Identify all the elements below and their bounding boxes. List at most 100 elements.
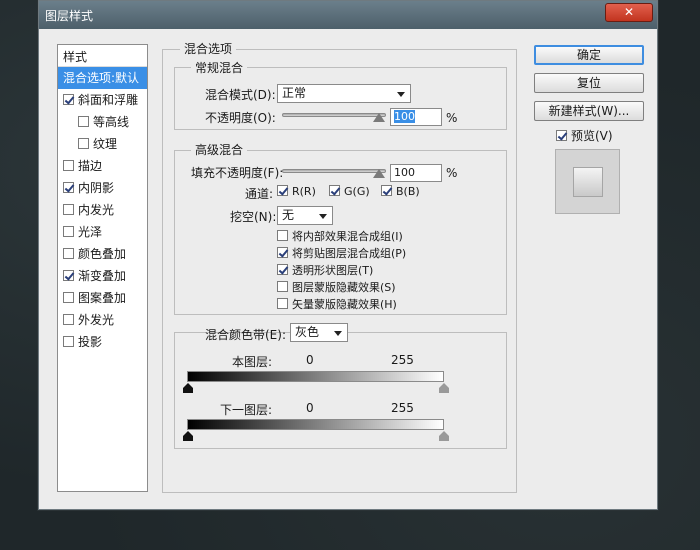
advanced-option-checkbox[interactable]: 将内部效果混合成组(I) — [277, 228, 403, 244]
styles-items: 混合选项:默认斜面和浮雕等高线纹理描边内阴影内发光光泽颜色叠加渐变叠加图案叠加外… — [58, 67, 147, 353]
style-checkbox[interactable] — [63, 204, 74, 215]
style-checkbox[interactable] — [78, 116, 89, 127]
opacity-input[interactable]: 100 — [390, 108, 442, 126]
blend-mode-select[interactable]: 正常 — [277, 84, 411, 103]
style-item[interactable]: 描边 — [58, 155, 147, 177]
style-item[interactable]: 颜色叠加 — [58, 243, 147, 265]
style-preview — [555, 149, 620, 214]
underlying-layer-label: 下一图层: — [220, 403, 273, 417]
style-item[interactable]: 图案叠加 — [58, 287, 147, 309]
style-checkbox[interactable] — [63, 292, 74, 303]
style-item[interactable]: 光泽 — [58, 221, 147, 243]
style-item[interactable]: 纹理 — [58, 133, 147, 155]
checkmark-icon — [277, 230, 288, 241]
style-item[interactable]: 斜面和浮雕 — [58, 89, 147, 111]
style-checkbox[interactable] — [63, 94, 74, 105]
style-item-label: 渐变叠加 — [78, 269, 127, 283]
underlying-layer-black-stop[interactable] — [183, 431, 193, 441]
style-checkbox[interactable] — [63, 160, 74, 171]
style-checkbox[interactable] — [63, 336, 74, 347]
underlying-layer-white-stop[interactable] — [439, 431, 449, 441]
preview-label: 预览(V) — [571, 129, 613, 143]
style-item-label: 内发光 — [78, 203, 115, 217]
advanced-option-checkbox[interactable]: 图层蒙版隐藏效果(S) — [277, 279, 396, 295]
fill-opacity-unit: % — [446, 166, 458, 180]
advanced-option-label: 将剪贴图层混合成组(P) — [292, 247, 407, 260]
style-checkbox[interactable] — [63, 270, 74, 281]
checkmark-icon — [277, 247, 288, 258]
underlying-layer-gradient — [187, 419, 444, 430]
style-item-label: 等高线 — [93, 115, 130, 129]
preview-checkbox[interactable]: 预览(V) — [556, 127, 613, 144]
channel-label: R(R) — [292, 185, 316, 198]
checkmark-icon — [277, 264, 288, 275]
style-checkbox[interactable] — [63, 182, 74, 193]
blend-mode-label: 混合模式(D): — [205, 88, 276, 102]
checkmark-icon — [381, 185, 392, 196]
style-item[interactable]: 等高线 — [58, 111, 147, 133]
style-item-label: 混合选项:默认 — [63, 71, 140, 85]
style-item[interactable]: 投影 — [58, 331, 147, 353]
chevron-down-icon — [334, 331, 342, 336]
channel-checkbox[interactable]: R(R) — [277, 185, 316, 198]
preview-swatch — [573, 167, 603, 197]
this-layer-black-stop[interactable] — [183, 383, 193, 393]
blend-if-group — [174, 332, 507, 449]
channels-label: 通道: — [245, 187, 274, 201]
style-checkbox[interactable] — [63, 314, 74, 325]
style-item[interactable]: 外发光 — [58, 309, 147, 331]
advanced-option-label: 图层蒙版隐藏效果(S) — [292, 281, 396, 294]
style-item-label: 内阴影 — [78, 181, 115, 195]
checkmark-icon — [329, 185, 340, 196]
style-checkbox[interactable] — [63, 226, 74, 237]
this-layer-min: 0 — [306, 353, 314, 367]
opacity-slider[interactable] — [282, 113, 386, 117]
advanced-blending-title: 高级混合 — [191, 141, 248, 158]
style-item-label: 光泽 — [78, 225, 103, 239]
blend-if-select[interactable]: 灰色 — [290, 323, 348, 342]
chevron-down-icon — [319, 214, 327, 219]
blend-if-label: 混合颜色带(E): — [205, 328, 286, 342]
channel-checkbox[interactable]: G(G) — [329, 185, 370, 198]
style-item[interactable]: 渐变叠加 — [58, 265, 147, 287]
channel-label: G(G) — [344, 185, 370, 198]
checkmark-icon — [556, 130, 567, 141]
close-icon: ✕ — [623, 5, 635, 19]
title-bar[interactable]: 图层样式 ✕ — [39, 1, 657, 29]
advanced-option-label: 矢量蒙版隐藏效果(H) — [292, 298, 397, 311]
new-style-button[interactable]: 新建样式(W)... — [534, 101, 644, 121]
fill-opacity-slider-thumb[interactable] — [373, 169, 385, 178]
opacity-label: 不透明度(O): — [205, 111, 276, 125]
advanced-option-checkbox[interactable]: 矢量蒙版隐藏效果(H) — [277, 296, 397, 312]
checkmark-icon — [277, 298, 288, 309]
reset-button[interactable]: 复位 — [534, 73, 644, 93]
fill-opacity-label: 填充不透明度(F): — [191, 166, 284, 180]
close-button[interactable]: ✕ — [605, 3, 653, 22]
blend-if-value: 灰色 — [295, 325, 320, 339]
this-layer-white-stop[interactable] — [439, 383, 449, 393]
styles-list: 样式 混合选项:默认 斜面和浮雕 等高线 纹理 描边 内阴影 内发光 光泽 颜色叠加 渐变叠加 图案… — [57, 44, 148, 492]
fill-opacity-value: 100 — [394, 166, 415, 179]
style-item[interactable]: 内阴影 — [58, 177, 147, 199]
style-checkbox[interactable] — [78, 138, 89, 149]
advanced-option-checkbox[interactable]: 透明形状图层(T) — [277, 262, 373, 278]
opacity-value: 100 — [394, 110, 415, 123]
fill-opacity-slider[interactable] — [282, 169, 386, 173]
knockout-select[interactable]: 无 — [277, 206, 333, 225]
advanced-option-checkbox[interactable]: 将剪贴图层混合成组(P) — [277, 245, 406, 261]
style-item-label: 描边 — [78, 159, 103, 173]
style-checkbox[interactable] — [63, 248, 74, 259]
ok-button[interactable]: 确定 — [534, 45, 644, 65]
channel-checkbox[interactable]: B(B) — [381, 185, 420, 198]
opacity-slider-thumb[interactable] — [373, 113, 385, 122]
opacity-unit: % — [446, 111, 458, 125]
style-item[interactable]: 内发光 — [58, 199, 147, 221]
style-item[interactable]: 混合选项:默认 — [58, 67, 147, 89]
checkmark-icon — [277, 281, 288, 292]
layer-style-dialog: 图层样式 ✕ 样式 混合选项:默认 斜面和浮雕 等高线 纹理 描边 内阴影 内发光 光泽 颜色叠… — [38, 0, 658, 510]
style-item-label: 斜面和浮雕 — [78, 93, 139, 107]
blend-options-title: 混合选项 — [180, 40, 237, 57]
fill-opacity-input[interactable]: 100 — [390, 164, 442, 182]
style-item-label: 颜色叠加 — [78, 247, 127, 261]
style-item-label: 图案叠加 — [78, 291, 127, 305]
